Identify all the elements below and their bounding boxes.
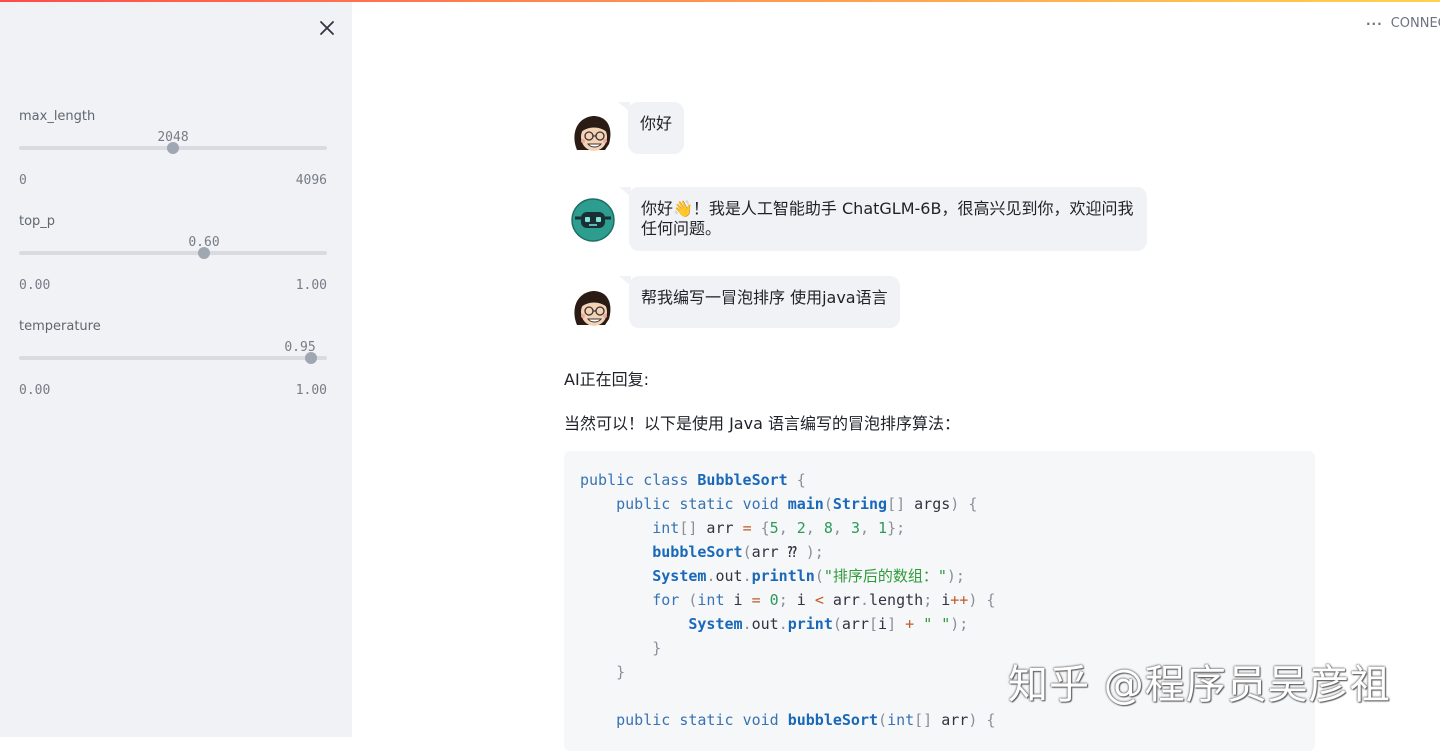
slider-label: max_length [19, 109, 96, 124]
slider-min: 0.00 [19, 383, 51, 398]
chat-message-user: 你好 [569, 102, 685, 158]
slider-thumb[interactable] [198, 247, 210, 259]
message-bubble: 帮我编写一冒泡排序 使用java语言 [619, 276, 900, 328]
slider-temperature: temperature 0.95 0.00 1.00 [19, 319, 327, 409]
reply-intro-text: 当然可以！以下是使用 Java 语言编写的冒泡排序算法： [564, 414, 960, 433]
message-bubble: 你好👋！我是人工智能助手 ChatGLM-6B，很高兴见到你，欢迎问我 任何问题… [618, 187, 1148, 251]
slider-max-length: max_length 2048 0 4096 [19, 109, 327, 199]
code-line: bubbleSort(arr ⁇ ); [652, 543, 824, 561]
slider-track[interactable] [19, 356, 327, 360]
close-icon [320, 21, 334, 35]
user-avatar-icon [574, 291, 611, 326]
sidebar: max_length 2048 0 4096 top_p 0.60 0.00 1… [0, 0, 352, 737]
code-line: } [616, 663, 626, 681]
code-line: System.out.println("排序后的数组："); [652, 567, 965, 585]
message-text: 你好 [640, 114, 673, 133]
message-text: 帮我编写一冒泡排序 使用java语言 [641, 288, 888, 307]
slider-thumb[interactable] [305, 352, 317, 364]
chat-message-assistant: 你好👋！我是人工智能助手 ChatGLM-6B，很高兴见到你，欢迎问我 任何问题… [569, 187, 1148, 251]
code-line: public static void bubbleSort(int[] arr)… [616, 711, 996, 729]
top-decoration-bar [0, 0, 1440, 2]
code-line: public class BubbleSort { [580, 471, 806, 489]
code-line: } [652, 639, 662, 657]
code-line: int[] arr = {5, 2, 8, 3, 1}; [652, 519, 906, 537]
watermark: 知乎 @程序员吴彦祖 [1008, 662, 1391, 708]
message-text-line: 任何问题。 [641, 219, 722, 238]
connection-status[interactable]: ··· CONNEC [1366, 16, 1440, 31]
chat-message-user: 帮我编写一冒泡排序 使用java语言 [569, 276, 900, 333]
connection-status-label: CONNEC [1390, 16, 1440, 31]
more-dots-icon: ··· [1366, 16, 1383, 31]
slider-thumb[interactable] [167, 142, 179, 154]
code-line: for (int i = 0; i < arr.length; i++) { [652, 591, 996, 609]
assistant-avatar-icon [571, 198, 615, 242]
close-sidebar-button[interactable] [316, 17, 338, 39]
slider-min: 0 [19, 173, 27, 188]
slider-label: top_p [19, 214, 56, 229]
slider-label: temperature [19, 319, 101, 334]
user-avatar-icon [574, 116, 611, 151]
replying-status-text: AI正在回复: [564, 370, 650, 389]
slider-max: 1.00 [295, 383, 327, 398]
slider-track[interactable] [19, 251, 327, 255]
slider-top-p: top_p 0.60 0.00 1.00 [19, 214, 327, 304]
slider-min: 0.00 [19, 278, 51, 293]
code-line: public static void main(String[] args) { [616, 495, 978, 513]
message-text-line: 你好👋！我是人工智能助手 ChatGLM-6B，很高兴见到你，欢迎问我 [641, 199, 1134, 218]
slider-max: 1.00 [295, 278, 327, 293]
slider-max: 4096 [295, 173, 327, 188]
message-bubble: 你好 [617, 102, 685, 154]
code-line: System.out.print(arr[i] + " "); [688, 615, 969, 633]
